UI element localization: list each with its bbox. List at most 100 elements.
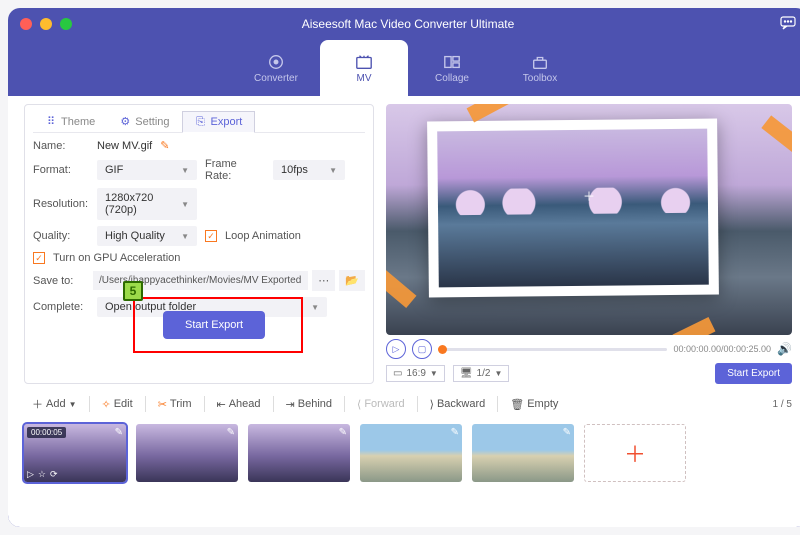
- quality-select[interactable]: High Quality ▼: [97, 226, 197, 246]
- aspect-select[interactable]: ▭ 16:9 ▼: [386, 365, 445, 382]
- chevron-down-icon: ▼: [181, 232, 189, 241]
- nav-converter-label: Converter: [254, 73, 298, 84]
- ahead-button[interactable]: ⇤Ahead: [209, 394, 269, 415]
- settings-panel: ⠿ Theme ⚙ Setting ⎘ Export Name: New MV.…: [24, 104, 374, 384]
- star-icon[interactable]: ☆: [38, 469, 46, 480]
- preview-photoframe: [427, 118, 719, 297]
- forward-icon: ⟨: [357, 398, 361, 411]
- trim-button[interactable]: ✂Trim: [150, 394, 200, 415]
- scissors-icon: ✂: [158, 398, 167, 411]
- minimize-icon[interactable]: [40, 18, 52, 30]
- backward-icon: ⟩: [430, 398, 434, 411]
- clip-duration: 00:00:05: [27, 427, 66, 438]
- chevron-down-icon: ▼: [69, 400, 77, 409]
- clip-edit-icon[interactable]: ✎: [339, 427, 347, 438]
- feedback-icon[interactable]: [780, 16, 796, 33]
- backward-label: Backward: [437, 398, 485, 410]
- start-export-button[interactable]: Start Export: [163, 311, 265, 339]
- clip-thumb-2[interactable]: ✎: [136, 424, 238, 482]
- open-folder-icon[interactable]: 📂: [339, 270, 365, 291]
- gpu-checkbox[interactable]: ✓: [33, 252, 45, 264]
- clip-thumb-4[interactable]: ✎: [360, 424, 462, 482]
- aspect-value: 16:9: [406, 368, 425, 379]
- upper-row: ⠿ Theme ⚙ Setting ⎘ Export Name: New MV.…: [24, 104, 792, 384]
- start-export-small-button[interactable]: Start Export: [715, 363, 792, 384]
- name-label: Name:: [33, 140, 89, 152]
- preview-options: ▭ 16:9 ▼ 🖥 1/2 ▼ Start Export: [386, 363, 792, 384]
- clip-pager: 1 / 5: [773, 399, 792, 410]
- loop-checkbox[interactable]: ✓: [205, 230, 217, 242]
- seek-handle[interactable]: [438, 345, 447, 354]
- resolution-value: 1280x720 (720p): [105, 192, 181, 216]
- annotation-step-badge: 5: [123, 281, 143, 301]
- behind-icon: ⇥: [286, 398, 295, 411]
- quality-label: Quality:: [33, 230, 89, 242]
- close-icon[interactable]: [20, 18, 32, 30]
- separator: [417, 396, 418, 412]
- resolution-select[interactable]: 1280x720 (720p) ▼: [97, 188, 197, 220]
- row-quality: Quality: High Quality ▼ ✓ Loop Animation: [33, 226, 365, 246]
- tape-decoration: [386, 270, 416, 308]
- volume-icon[interactable]: 🔊: [777, 342, 792, 356]
- quality-value: High Quality: [105, 230, 165, 242]
- add-button[interactable]: ＋Add▼: [24, 392, 85, 416]
- page-value: 1/2: [477, 368, 491, 379]
- tab-setting-label: Setting: [135, 116, 169, 128]
- time-total: 00:00:25.00: [724, 344, 772, 354]
- separator: [145, 396, 146, 412]
- nav-converter[interactable]: Converter: [232, 40, 320, 96]
- backward-button[interactable]: ⟩Backward: [422, 394, 494, 415]
- pencil-icon[interactable]: ✎: [160, 139, 169, 152]
- preview-video[interactable]: ＋: [386, 104, 792, 335]
- preview-panel: ＋ ▷ ▢ 00:00:00.00/00:00:25.00 🔊 ▭ 16:9 ▼: [386, 104, 792, 384]
- play-button[interactable]: ▷: [386, 339, 406, 359]
- window-controls: [20, 18, 72, 30]
- nav-toolbox[interactable]: Toolbox: [496, 40, 584, 96]
- nav-mv[interactable]: MV: [320, 40, 408, 96]
- add-clip-card[interactable]: ＋: [584, 424, 686, 482]
- crosshair-icon: ＋: [583, 188, 595, 205]
- clip-thumb-5[interactable]: ✎: [472, 424, 574, 482]
- tab-theme[interactable]: ⠿ Theme: [33, 111, 107, 132]
- format-select[interactable]: GIF ▼: [97, 160, 197, 180]
- gear-icon: ⚙: [119, 116, 131, 128]
- behind-button[interactable]: ⇥Behind: [278, 394, 340, 415]
- page-select[interactable]: 🖥 1/2 ▼: [453, 365, 510, 382]
- framerate-label: Frame Rate:: [205, 158, 265, 182]
- screen-icon: ▭: [393, 368, 402, 379]
- nav-toolbox-label: Toolbox: [523, 73, 557, 84]
- separator: [344, 396, 345, 412]
- clip-edit-icon[interactable]: ✎: [451, 427, 459, 438]
- forward-label: Forward: [364, 398, 404, 410]
- clip-edit-icon[interactable]: ✎: [227, 427, 235, 438]
- app-window: Aiseesoft Mac Video Converter Ultimate C…: [8, 8, 800, 527]
- wand-icon: ✧: [102, 398, 111, 411]
- more-button[interactable]: ⋯: [312, 270, 335, 291]
- clip-thumb-3[interactable]: ✎: [248, 424, 350, 482]
- tab-setting[interactable]: ⚙ Setting: [107, 111, 181, 132]
- time-current: 00:00:00.00: [673, 344, 721, 354]
- empty-button[interactable]: 🗑Empty: [502, 394, 566, 415]
- clip-thumb-1[interactable]: 00:00:05 ✎ ▷ ☆ ⟳: [24, 424, 126, 482]
- complete-label: Complete:: [33, 301, 89, 313]
- edit-button[interactable]: ✧Edit: [94, 394, 141, 415]
- tape-decoration: [761, 115, 792, 152]
- play-icon[interactable]: ▷: [27, 469, 34, 480]
- tab-export-label: Export: [211, 116, 243, 128]
- export-icon: ⎘: [195, 116, 207, 128]
- clip-edit-icon[interactable]: ✎: [563, 427, 571, 438]
- sync-icon[interactable]: ⟳: [50, 469, 58, 480]
- maximize-icon[interactable]: [60, 18, 72, 30]
- row-gpu: ✓ Turn on GPU Acceleration: [33, 252, 365, 264]
- tab-export[interactable]: ⎘ Export: [182, 111, 256, 133]
- framerate-select[interactable]: 10fps ▼: [273, 160, 345, 180]
- seek-bar[interactable]: [438, 348, 667, 351]
- separator: [497, 396, 498, 412]
- clip-edit-icon[interactable]: ✎: [115, 427, 123, 438]
- nav-collage[interactable]: Collage: [408, 40, 496, 96]
- tape-decoration: [467, 104, 510, 122]
- stop-button[interactable]: ▢: [412, 339, 432, 359]
- trash-icon: 🗑: [510, 398, 524, 411]
- nav-mv-label: MV: [357, 73, 372, 84]
- empty-label: Empty: [527, 398, 558, 410]
